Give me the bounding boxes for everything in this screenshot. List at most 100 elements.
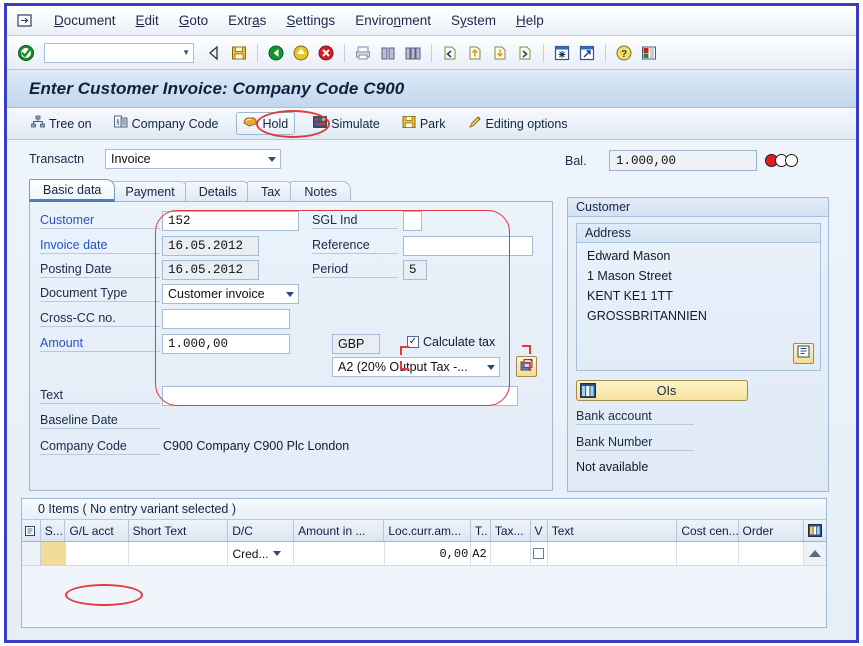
select-all-icon[interactable] bbox=[22, 520, 41, 541]
menu-help[interactable]: Help bbox=[507, 11, 553, 30]
transaction-select[interactable]: Invoice bbox=[105, 149, 281, 169]
cross-cc-input[interactable] bbox=[162, 309, 290, 329]
ois-button[interactable]: OIs bbox=[576, 380, 748, 401]
amount-input[interactable]: 1.000,00 bbox=[162, 334, 290, 354]
customer-input[interactable]: 152 bbox=[162, 211, 299, 231]
simulate-button[interactable]: Simulate bbox=[309, 113, 384, 134]
v-checkbox[interactable] bbox=[533, 548, 545, 559]
field-row-posting-date: Posting Date bbox=[40, 261, 160, 278]
period-label: Period bbox=[312, 261, 398, 278]
order-cell[interactable] bbox=[738, 542, 805, 565]
menu-document[interactable]: Document bbox=[45, 11, 125, 30]
tab-payment[interactable]: Payment bbox=[111, 181, 189, 202]
cost-center-cell[interactable] bbox=[677, 542, 739, 565]
editing-options-button[interactable]: Editing options bbox=[464, 113, 572, 134]
system-menu-icon[interactable] bbox=[15, 12, 35, 30]
status-cell[interactable] bbox=[41, 542, 66, 565]
create-session-icon[interactable] bbox=[551, 42, 573, 64]
save-disk-icon[interactable] bbox=[228, 42, 250, 64]
calculate-tax-group[interactable]: ✓ Calculate tax bbox=[407, 335, 495, 349]
text-input[interactable] bbox=[162, 386, 518, 406]
column-header-dc[interactable]: D/C bbox=[228, 520, 295, 541]
sgl-ind-input[interactable] bbox=[403, 211, 422, 231]
green-check-enter-icon[interactable] bbox=[15, 42, 37, 64]
back-arrow-icon[interactable] bbox=[203, 42, 225, 64]
scroll-up-button[interactable] bbox=[804, 542, 826, 565]
column-header-t[interactable]: T.. bbox=[471, 520, 491, 541]
tax-code-select[interactable]: A2 (20% Output Tax -... bbox=[332, 357, 500, 377]
calculate-tax-checkbox[interactable]: ✓ bbox=[407, 336, 419, 348]
period-input[interactable]: 5 bbox=[403, 260, 427, 280]
column-header-amount-in[interactable]: Amount in ... bbox=[294, 520, 385, 541]
invoice-date-label[interactable]: Invoice date bbox=[40, 237, 160, 254]
debit-credit-select[interactable]: Cred... bbox=[232, 547, 282, 561]
first-page-icon[interactable] bbox=[439, 42, 461, 64]
previous-page-icon[interactable] bbox=[464, 42, 486, 64]
column-header-text[interactable]: Text bbox=[548, 520, 678, 541]
menu-system[interactable]: System bbox=[442, 11, 505, 30]
debit-credit-cell[interactable]: Cred... bbox=[228, 542, 295, 565]
tax-code-value: A2 (20% Output Tax -... bbox=[338, 360, 468, 374]
column-header-loc-curr-amount[interactable]: Loc.curr.am... bbox=[384, 520, 471, 541]
tab-tax[interactable]: Tax bbox=[246, 181, 295, 202]
column-header-v[interactable]: V bbox=[531, 520, 548, 541]
customize-local-layout-icon[interactable] bbox=[638, 42, 660, 64]
tab-details[interactable]: Details bbox=[184, 181, 251, 202]
reference-input[interactable] bbox=[403, 236, 533, 256]
column-header-tax[interactable]: Tax... bbox=[491, 520, 531, 541]
local-currency-amount-cell[interactable]: 0,00 bbox=[384, 542, 472, 565]
calculate-tax-label: Calculate tax bbox=[423, 335, 496, 349]
tab-strip: Basic data Payment Details Tax Notes bbox=[29, 179, 553, 202]
row-marker-cell[interactable] bbox=[22, 542, 42, 565]
address-detail-button[interactable] bbox=[793, 343, 814, 364]
column-header-gl-acct[interactable]: G/L acct bbox=[65, 520, 129, 541]
back-green-icon[interactable] bbox=[265, 42, 287, 64]
text-cell[interactable] bbox=[547, 542, 678, 565]
v-checkbox-cell[interactable] bbox=[530, 542, 548, 565]
tab-notes[interactable]: Notes bbox=[290, 181, 352, 202]
column-header-status[interactable]: S... bbox=[41, 520, 66, 541]
cancel-red-icon[interactable] bbox=[315, 42, 337, 64]
balance-value-field: 1.000,00 bbox=[609, 150, 757, 171]
column-header-order[interactable]: Order bbox=[739, 520, 805, 541]
chevron-down-icon[interactable]: ▼ bbox=[182, 48, 190, 57]
posting-date-input[interactable]: 16.05.2012 bbox=[162, 260, 259, 280]
menu-settings[interactable]: Settings bbox=[277, 11, 344, 30]
tax-cell[interactable] bbox=[491, 542, 531, 565]
document-type-select[interactable]: Customer invoice bbox=[162, 284, 299, 304]
invoice-date-input[interactable]: 16.05.2012 bbox=[162, 236, 259, 256]
last-page-icon[interactable] bbox=[514, 42, 536, 64]
menu-goto[interactable]: Goto bbox=[170, 11, 217, 30]
amount-in-cell[interactable] bbox=[294, 542, 385, 565]
gl-account-cell[interactable] bbox=[65, 542, 129, 565]
chevron-down-icon bbox=[268, 156, 276, 162]
create-shortcut-icon[interactable] bbox=[576, 42, 598, 64]
table-row[interactable]: Cred... 0,00 A2 bbox=[22, 542, 826, 566]
tab-basic-data[interactable]: Basic data bbox=[29, 179, 116, 202]
company-code-value: C900 Company C900 Plc London bbox=[163, 439, 350, 453]
column-header-short-text[interactable]: Short Text bbox=[129, 520, 229, 541]
customer-label[interactable]: Customer bbox=[40, 212, 160, 229]
command-field[interactable]: ▼ bbox=[44, 42, 194, 63]
help-icon[interactable]: ? bbox=[613, 42, 635, 64]
find-next-icon[interactable] bbox=[402, 42, 424, 64]
menu-environment[interactable]: Environment bbox=[346, 11, 440, 30]
exit-yellow-icon[interactable] bbox=[290, 42, 312, 64]
next-page-icon[interactable] bbox=[489, 42, 511, 64]
posting-date-label: Posting Date bbox=[40, 261, 160, 278]
tax-type-cell[interactable]: A2 bbox=[471, 542, 492, 565]
menu-extras[interactable]: Extras bbox=[219, 11, 275, 30]
currency-field[interactable]: GBP bbox=[332, 334, 380, 354]
amount-label[interactable]: Amount bbox=[40, 335, 160, 352]
print-icon[interactable] bbox=[352, 42, 374, 64]
company-code-button[interactable]: § Company Code bbox=[110, 113, 223, 134]
tree-on-button[interactable]: Tree on bbox=[27, 113, 96, 134]
short-text-cell[interactable] bbox=[128, 542, 229, 565]
tax-details-button[interactable] bbox=[516, 356, 537, 377]
park-button[interactable]: Park bbox=[398, 113, 450, 134]
column-header-cost-center[interactable]: Cost cen... bbox=[677, 520, 739, 541]
table-settings-icon[interactable] bbox=[804, 520, 826, 541]
hold-button[interactable]: Hold bbox=[236, 112, 296, 135]
menu-edit[interactable]: Edit bbox=[127, 11, 168, 30]
find-icon[interactable] bbox=[377, 42, 399, 64]
